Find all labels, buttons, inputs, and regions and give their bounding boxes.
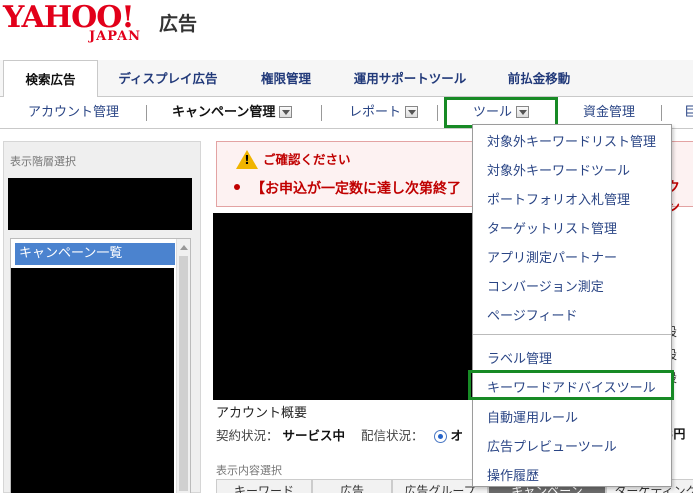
menu-item-target-list[interactable]: ターゲットリスト管理 (487, 218, 617, 237)
nav-divider (661, 105, 662, 121)
menu-divider (473, 334, 671, 335)
warning-icon-mark: ! (244, 153, 250, 167)
contract-status-value: サービス中 (282, 428, 346, 443)
menu-item-ad-preview-tool[interactable]: 広告プレビューツール (487, 436, 617, 455)
alert-title: ご確認ください (263, 152, 351, 167)
scroll-up-icon[interactable] (180, 245, 188, 250)
tab-ops-support-tools[interactable]: 運用サポートツール (340, 60, 480, 97)
nav-divider (146, 105, 147, 121)
campaign-list-selected-item[interactable]: キャンペーン一覧 (15, 243, 175, 265)
keyword-advice-highlight-box (468, 370, 674, 400)
scroll-thumb[interactable] (179, 256, 188, 491)
contract-status-label: 契約状況： (216, 428, 279, 443)
tab-display-ads[interactable]: ディスプレイ広告 (103, 60, 233, 97)
logo-product-text: 広告 (159, 13, 198, 35)
nav-account-management[interactable]: アカウント管理 (28, 97, 119, 129)
campaign-list[interactable]: キャンペーン一覧 (10, 238, 191, 493)
nav-more[interactable]: 巨 (684, 97, 693, 129)
menu-item-portfolio-bidding[interactable]: ポートフォリオ入札管理 (487, 189, 630, 208)
menu-item-negative-keyword-list[interactable]: 対象外キーワードリスト管理 (487, 131, 656, 150)
yahoo-japan-ads-logo[interactable]: YAHOO! JAPAN 広告 (3, 3, 213, 45)
redacted-campaign-items (11, 268, 174, 493)
menu-item-auto-rules[interactable]: 自動運用ルール (487, 407, 578, 426)
menu-item-negative-keyword-tool[interactable]: 対象外キーワードツール (487, 160, 630, 179)
nav-divider (437, 105, 438, 121)
account-status-row: 契約状況： サービス中 配信状況： オ (216, 425, 463, 444)
hierarchy-panel: 表示階層選択 キャンペーン一覧 (3, 141, 201, 493)
tab-permissions[interactable]: 権限管理 (243, 60, 329, 97)
chevron-down-icon[interactable] (405, 105, 419, 118)
menu-item-app-measurement-partner[interactable]: アプリ測定パートナー (487, 247, 617, 266)
display-tab-ad[interactable]: 広告 (312, 479, 392, 493)
tool-dropdown-menu: 対象外キーワードリスト管理 対象外キーワードツール ポートフォリオ入札管理 ター… (472, 124, 672, 487)
menu-item-conversion-measurement[interactable]: コンバージョン測定 (487, 276, 604, 295)
menu-item-label-management[interactable]: ラベル管理 (487, 348, 552, 367)
account-summary-title: アカウント概要 (216, 406, 308, 421)
delivery-status-label: 配信状況： (361, 428, 424, 443)
nav-report-label: レポート (349, 105, 402, 120)
tab-prepaid-transfer[interactable]: 前払金移動 (494, 60, 584, 97)
chevron-down-icon[interactable] (279, 105, 293, 118)
hierarchy-panel-title: 表示階層選択 (10, 155, 76, 168)
alert-bullet (234, 184, 240, 190)
campaign-list-scrollbar[interactable] (176, 239, 190, 493)
delivery-status-value: オ (450, 428, 464, 443)
nav-campaign-label: キャンペーン管理 (172, 105, 276, 120)
redacted-account-graph (213, 213, 475, 400)
redacted-account-selector[interactable] (8, 178, 192, 230)
logo-sub-text: JAPAN (89, 29, 142, 44)
nav-campaign-management[interactable]: キャンペーン管理 (172, 97, 293, 129)
display-select-label: 表示内容選択 (216, 464, 282, 477)
nav-report[interactable]: レポート (349, 97, 419, 129)
delivery-on-radio[interactable] (433, 430, 447, 443)
menu-item-page-feed[interactable]: ページフィード (487, 305, 577, 324)
tab-search-ads[interactable]: 検索広告 (3, 60, 98, 98)
main-tabs: 検索広告 ディスプレイ広告 権限管理 運用サポートツール 前払金移動 (0, 60, 693, 98)
menu-item-operation-history[interactable]: 操作履歴 (487, 465, 539, 484)
nav-divider (321, 105, 322, 121)
display-tab-keyword[interactable]: キーワード (216, 479, 312, 493)
